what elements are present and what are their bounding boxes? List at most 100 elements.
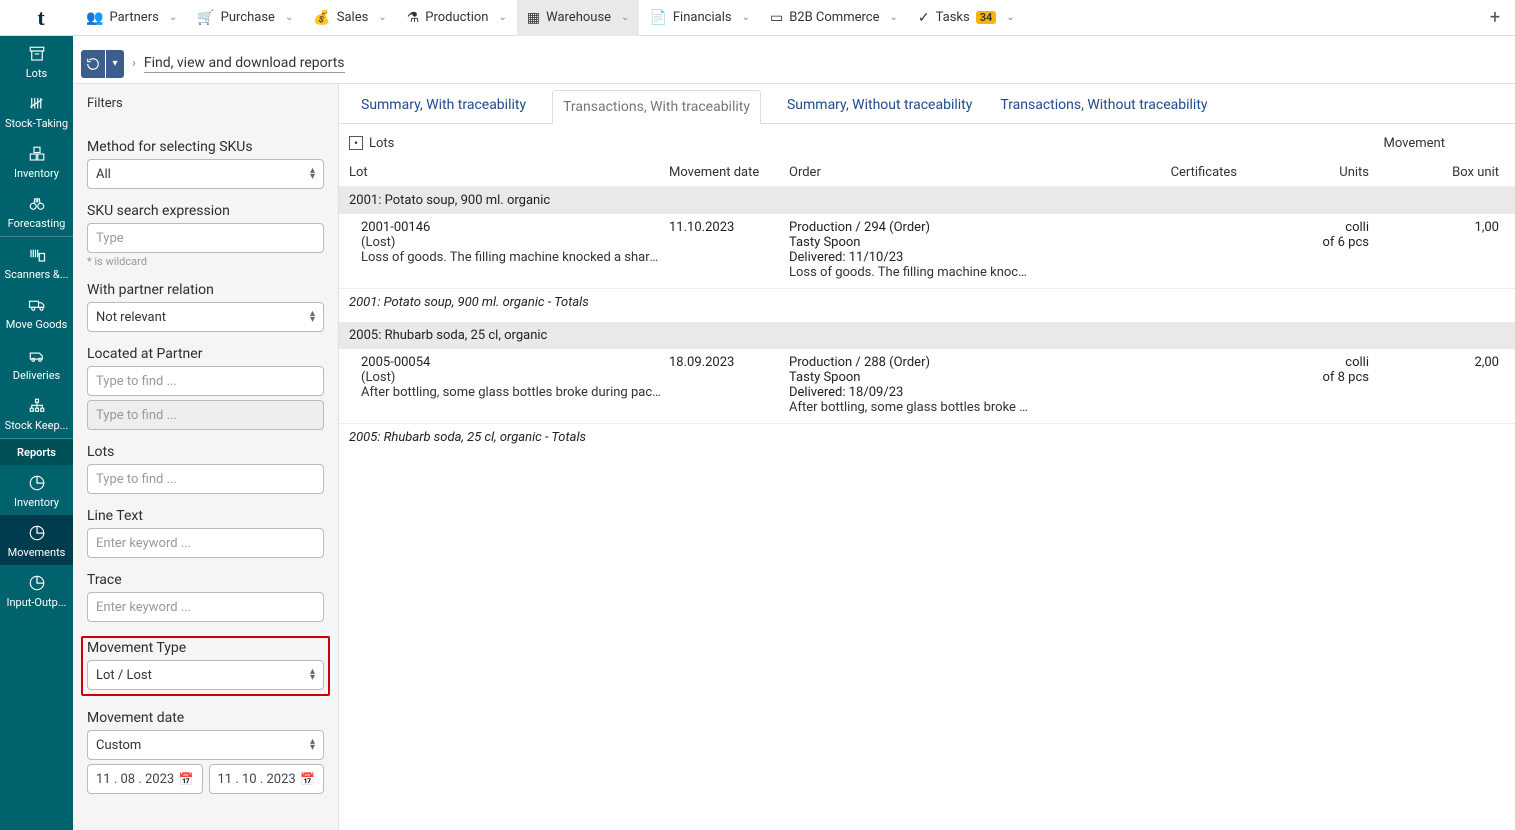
menu-label: Purchase: [221, 10, 275, 25]
collapse-toggle[interactable]: •: [349, 136, 363, 150]
th-box: Box unit: [1369, 165, 1505, 180]
filters-panel: Filters Method for selecting SKUs All ▴▾…: [73, 84, 339, 830]
sidebar-item-label: Movements: [8, 547, 66, 559]
chevron-down-icon: ⌄: [742, 12, 750, 23]
sidebar-item-stock-keep-[interactable]: Stock Keep...: [0, 388, 73, 438]
chevron-down-icon: ⌄: [499, 12, 507, 23]
tree-icon: [26, 396, 48, 416]
filter-sku: SKU search expression Type * is wildcard: [87, 203, 324, 268]
tab-transactions-with-traceability[interactable]: Transactions, With traceability: [552, 90, 761, 124]
cell-order: Production / 288 (Order)Tasty SpoonDeliv…: [789, 355, 1069, 415]
table-body: 2001: Potato soup, 900 ml. organic2001-0…: [339, 187, 1515, 457]
sidebar-item-label: Deliveries: [13, 370, 60, 382]
table-row[interactable]: 2001-00146(Lost)Loss of goods. The filli…: [339, 214, 1515, 289]
topmenu-tasks[interactable]: ✓Tasks 34⌄: [908, 0, 1025, 36]
filter-sku-hint: * is wildcard: [87, 255, 324, 268]
sidebar-item-scanners-[interactable]: Scanners &...: [0, 237, 73, 287]
topmenu-sales[interactable]: 💰Sales⌄: [303, 0, 396, 36]
filter-located-input-2[interactable]: Type to find ...: [87, 400, 324, 430]
filter-date-to[interactable]: 11 . 10 . 2023 📅: [209, 764, 325, 794]
th-lot: Lot: [349, 165, 669, 180]
legend-lots: Lots: [369, 130, 394, 151]
menu-icon: ▦: [527, 10, 540, 26]
filter-movdate-preset-select[interactable]: Custom ▴▾: [87, 730, 324, 760]
topmenu-b2b-commerce[interactable]: ▭B2B Commerce⌄: [760, 0, 908, 36]
filter-trace: Trace Enter keyword ...: [87, 572, 324, 622]
sidebar-item-reports[interactable]: Reports: [0, 439, 73, 465]
th-cert: Certificates: [1069, 165, 1249, 180]
history-dropdown-button[interactable]: ▾: [106, 50, 124, 78]
filter-date-from[interactable]: 11 . 08 . 2023 📅: [87, 764, 203, 794]
sidebar-item-input-outp-[interactable]: Input-Outp...: [0, 565, 73, 615]
filter-method-label: Method for selecting SKUs: [87, 139, 324, 155]
side-nav: Lots Stock-Taking Inventory ForecastingScan…: [0, 36, 73, 830]
tab-transactions-without-traceability[interactable]: Transactions, Without traceability: [998, 89, 1209, 123]
sidebar-item-movements[interactable]: Movements: [0, 515, 73, 565]
tab-summary-without-traceability[interactable]: Summary, Without traceability: [785, 89, 974, 123]
sidebar-item-move-goods[interactable]: Move Goods: [0, 287, 73, 337]
sidebar-item-inventory[interactable]: Inventory: [0, 136, 73, 186]
sidebar-item-inventory[interactable]: Inventory: [0, 465, 73, 515]
filter-partner-relation-select[interactable]: Not relevant ▴▾: [87, 302, 324, 332]
filter-movdate-preset-value: Custom: [96, 738, 141, 753]
filter-linetext-input[interactable]: Enter keyword ...: [87, 528, 324, 558]
pie-icon: [26, 473, 48, 493]
group-header[interactable]: 2005: Rhubarb soda, 25 cl, organic: [339, 322, 1515, 349]
boxes-icon: [26, 144, 48, 164]
filter-movement-type: Movement Type Lot / Lost ▴▾: [81, 636, 330, 696]
chevron-down-icon: ⌄: [169, 12, 177, 23]
menu-label: Financials: [673, 10, 732, 25]
cell-units: colliof 6 pcs: [1249, 220, 1369, 250]
filter-method-select[interactable]: All ▴▾: [87, 159, 324, 189]
chevron-down-icon: ⌄: [621, 12, 629, 23]
th-units: Units: [1249, 165, 1369, 180]
topmenu-financials[interactable]: 📄 Financials ⌄: [639, 0, 760, 36]
filter-sku-input[interactable]: Type: [87, 223, 324, 253]
topmenu-partners[interactable]: 👥Partners⌄: [76, 0, 187, 36]
filter-lots-label: Lots: [87, 444, 324, 460]
breadcrumb-separator-icon: ›: [132, 56, 136, 71]
filter-located-partner: Located at Partner Type to find ... Type…: [87, 346, 324, 430]
report-tabs: Summary, With traceability Transactions, …: [339, 84, 1515, 124]
filter-movtype-select[interactable]: Lot / Lost ▴▾: [87, 660, 324, 690]
menu-label: Partners: [109, 10, 158, 25]
sidebar-item-stock-taking[interactable]: Stock-Taking: [0, 86, 73, 136]
breadcrumb-title[interactable]: Find, view and download reports: [144, 55, 345, 73]
topmenu-warehouse[interactable]: ▦Warehouse⌄: [517, 0, 640, 36]
filter-movdate-label: Movement date: [87, 710, 324, 726]
tab-summary-with-traceability[interactable]: Summary, With traceability: [359, 89, 528, 123]
sidebar-item-lots[interactable]: Lots: [0, 36, 73, 86]
filter-trace-input[interactable]: Enter keyword ...: [87, 592, 324, 622]
main-content: Summary, With traceability Transactions, …: [339, 84, 1515, 830]
chevron-down-icon: ⌄: [285, 12, 293, 23]
menu-label: Sales: [337, 10, 369, 25]
filter-lots-input[interactable]: Type to find ...: [87, 464, 324, 494]
sidebar-item-deliveries[interactable]: Deliveries: [0, 338, 73, 388]
filter-located-placeholder-2: Type to find ...: [96, 408, 177, 423]
sidebar-item-label: Inventory: [14, 168, 59, 180]
history-back-button[interactable]: [81, 50, 105, 78]
menu-icon: ✓: [918, 10, 930, 26]
menu-label: Production: [425, 10, 488, 25]
filter-method-value: All: [96, 167, 111, 182]
cell-date: 11.10.2023: [669, 220, 789, 235]
sidebar-item-label: Stock-Taking: [5, 118, 68, 130]
content-row: Filters Method for selecting SKUs All ▴▾…: [73, 84, 1515, 830]
menu-icon: 💰: [313, 10, 330, 26]
top-menus: 👥Partners⌄🛒Purchase⌄💰Sales⌄⚗Production⌄▦…: [76, 0, 1481, 36]
menu-icon: 📄: [649, 10, 666, 26]
topmenu-production[interactable]: ⚗Production⌄: [397, 0, 517, 36]
table-header: Lot Movement date Order Certificates Uni…: [339, 151, 1515, 187]
van-icon: [26, 346, 48, 366]
add-tab-button[interactable]: +: [1481, 7, 1509, 28]
calendar-icon: 📅: [300, 772, 315, 786]
filter-sku-placeholder: Type: [96, 231, 124, 246]
calendar-icon: 📅: [179, 772, 194, 786]
topmenu-purchase[interactable]: 🛒Purchase⌄: [187, 0, 303, 36]
group-header[interactable]: 2001: Potato soup, 900 ml. organic: [339, 187, 1515, 214]
cell-lot: 2005-00054(Lost)After bottling, some gla…: [349, 355, 669, 400]
table-row[interactable]: 2005-00054(Lost)After bottling, some gla…: [339, 349, 1515, 424]
sidebar-item-forecasting[interactable]: Forecasting: [0, 186, 73, 236]
filter-sku-label: SKU search expression: [87, 203, 324, 219]
filter-located-input-1[interactable]: Type to find ...: [87, 366, 324, 396]
